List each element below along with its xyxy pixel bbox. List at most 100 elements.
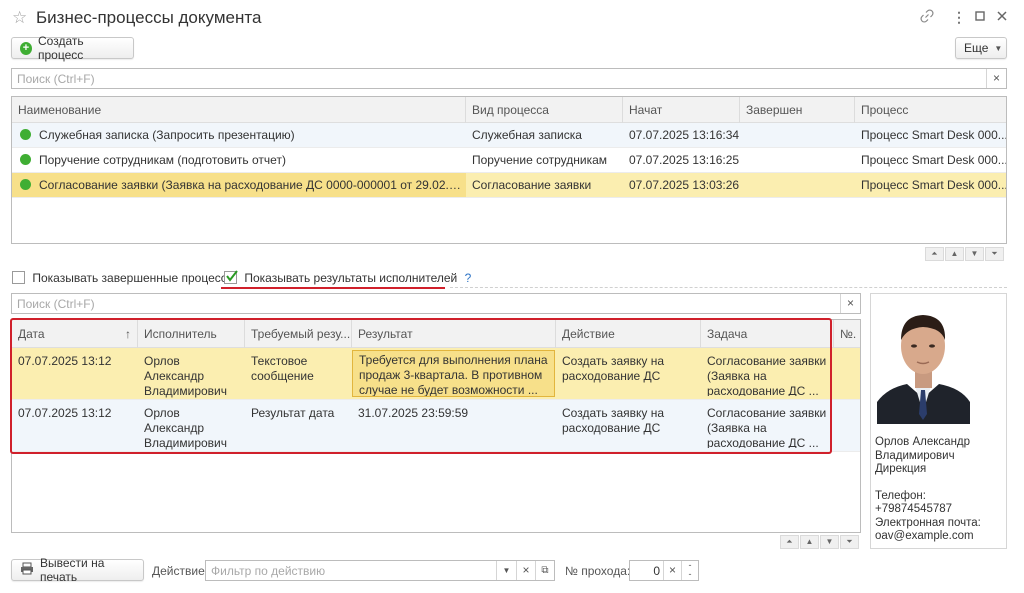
highlight-underline bbox=[221, 287, 445, 289]
process-started: 07.07.2025 13:16:34 bbox=[629, 128, 740, 142]
printer-icon bbox=[20, 562, 34, 578]
column-executor[interactable]: Исполнитель bbox=[138, 320, 245, 348]
person-phone: Телефон: +79874545787 bbox=[875, 489, 953, 516]
results-scroll-buttons: ⏶ ▲ ▼ ⏷ bbox=[780, 535, 859, 549]
result-value[interactable]: Требуется для выполнения плана продаж 3-… bbox=[352, 350, 555, 397]
column-finished[interactable]: Завершен bbox=[740, 97, 855, 123]
show-finished-label: Показывать завершенные процессы bbox=[32, 271, 236, 285]
table-row-selected[interactable]: 07.07.2025 13:12 Орлов Александр Владими… bbox=[12, 348, 860, 400]
table-row-selected[interactable]: Согласование заявки (Заявка на расходова… bbox=[12, 173, 1006, 198]
table-row[interactable]: Служебная записка (Запросить презентацию… bbox=[12, 123, 1006, 148]
dropdown-arrow-icon: ▼ bbox=[994, 43, 1003, 53]
result-task: Согласование заявки (Заявка на расходова… bbox=[707, 354, 827, 396]
person-name-last: Владимирович bbox=[875, 449, 955, 462]
status-green-icon bbox=[20, 179, 31, 190]
status-green-icon bbox=[20, 129, 31, 140]
processes-table-header: Наименование Вид процесса Начат Завершен… bbox=[12, 97, 1006, 123]
person-email-label: Электронная почта: bbox=[875, 516, 981, 529]
scroll-last-icon[interactable]: ⏷ bbox=[840, 535, 859, 549]
column-started[interactable]: Начат bbox=[623, 97, 740, 123]
process-started: 07.07.2025 13:16:25 bbox=[629, 153, 740, 167]
action-filter-placeholder: Фильтр по действию bbox=[211, 564, 326, 578]
open-icon[interactable]: ⧉ bbox=[535, 561, 554, 580]
table-row[interactable]: 07.07.2025 13:12 Орлов Александр Владими… bbox=[12, 400, 860, 452]
search-input-results[interactable]: Поиск (Ctrl+F) × bbox=[11, 293, 861, 314]
result-executor: Орлов Александр Владимирович bbox=[144, 354, 228, 398]
clear-search-icon[interactable]: × bbox=[840, 294, 860, 313]
person-email[interactable]: oav@example.com bbox=[875, 530, 1006, 544]
column-required[interactable]: Требуемый резу... bbox=[245, 320, 352, 348]
column-process[interactable]: Процесс bbox=[855, 97, 1006, 123]
more-vertical-icon[interactable]: ⋮ bbox=[952, 9, 966, 26]
column-date-label: Дата bbox=[18, 327, 45, 341]
favorite-star-icon[interactable]: ☆ bbox=[12, 8, 27, 28]
person-photo bbox=[877, 302, 970, 424]
pass-number-input[interactable]: 0 × -- bbox=[629, 560, 699, 581]
scroll-down-icon[interactable]: ▼ bbox=[965, 247, 984, 261]
column-result[interactable]: Результат bbox=[352, 320, 556, 348]
clear-icon[interactable]: × bbox=[516, 561, 535, 580]
person-name-first: Орлов Александр bbox=[875, 436, 971, 448]
result-date: 07.07.2025 13:12 bbox=[18, 354, 112, 368]
column-date[interactable]: Дата ↑ bbox=[12, 320, 138, 348]
process-kind: Поручение сотрудникам bbox=[472, 153, 608, 167]
scroll-last-icon[interactable]: ⏷ bbox=[985, 247, 1004, 261]
create-process-label: Создать процесс bbox=[38, 34, 84, 62]
result-task: Согласование заявки (Заявка на расходова… bbox=[707, 406, 827, 448]
process-ref: Процесс Smart Desk 000... bbox=[861, 128, 1007, 142]
show-results-checkbox[interactable] bbox=[224, 270, 238, 284]
scroll-down-icon[interactable]: ▼ bbox=[820, 535, 839, 549]
clear-icon[interactable]: × bbox=[663, 561, 681, 580]
more-button[interactable]: Еще ▼ bbox=[955, 37, 1007, 59]
scroll-up-icon[interactable]: ▲ bbox=[945, 247, 964, 261]
pass-number-value: 0 bbox=[653, 564, 660, 578]
column-task[interactable]: Задача bbox=[701, 320, 834, 348]
help-icon[interactable]: ? bbox=[465, 271, 472, 285]
scroll-up-icon[interactable]: ▲ bbox=[800, 535, 819, 549]
show-finished-checkbox[interactable] bbox=[12, 271, 25, 284]
search-input-processes[interactable]: Поиск (Ctrl+F) × bbox=[11, 68, 1007, 89]
scroll-first-icon[interactable]: ⏶ bbox=[780, 535, 799, 549]
results-table: Дата ↑ Исполнитель Требуемый резу... Рез… bbox=[11, 319, 861, 533]
dropdown-arrow-icon[interactable]: ▼ bbox=[496, 561, 516, 580]
column-name[interactable]: Наименование bbox=[12, 97, 466, 123]
result-date: 07.07.2025 13:12 bbox=[18, 406, 112, 420]
process-started: 07.07.2025 13:03:26 bbox=[629, 178, 740, 192]
search-placeholder: Поиск (Ctrl+F) bbox=[17, 72, 95, 86]
processes-scroll-buttons: ⏶ ▲ ▼ ⏷ bbox=[925, 247, 1004, 261]
stepper-icon[interactable]: -- bbox=[681, 561, 698, 580]
close-icon[interactable] bbox=[996, 9, 1008, 25]
more-label: Еще bbox=[964, 41, 989, 55]
show-finished-option[interactable]: Показывать завершенные процессы bbox=[12, 271, 235, 285]
column-action[interactable]: Действие bbox=[556, 320, 701, 348]
result-required: Результат дата bbox=[251, 406, 335, 420]
status-green-icon bbox=[20, 154, 31, 165]
sort-ascending-icon: ↑ bbox=[125, 327, 131, 341]
results-table-header: Дата ↑ Исполнитель Требуемый резу... Рез… bbox=[12, 320, 860, 348]
print-label: Вывести на печать bbox=[40, 556, 105, 584]
scroll-first-icon[interactable]: ⏶ bbox=[925, 247, 944, 261]
column-number[interactable]: №. bbox=[834, 320, 860, 348]
process-ref: Процесс Smart Desk 000... bbox=[861, 178, 1007, 192]
link-icon[interactable] bbox=[920, 9, 934, 26]
show-results-label: Показывать результаты исполнителей bbox=[244, 271, 458, 285]
process-ref: Процесс Smart Desk 000... bbox=[861, 153, 1007, 167]
pass-number-label: № прохода: bbox=[565, 564, 631, 578]
process-kind: Служебная записка bbox=[472, 128, 582, 142]
print-button[interactable]: Вывести на печать bbox=[11, 556, 144, 584]
search-placeholder: Поиск (Ctrl+F) bbox=[17, 297, 95, 311]
divider bbox=[450, 287, 1007, 288]
show-results-option[interactable]: Показывать результаты исполнителей ? bbox=[224, 270, 472, 285]
result-executor: Орлов Александр Владимирович bbox=[144, 406, 228, 450]
process-kind: Согласование заявки bbox=[472, 178, 592, 192]
clear-search-icon[interactable]: × bbox=[986, 69, 1006, 88]
process-name: Согласование заявки (Заявка на расходова… bbox=[39, 178, 466, 192]
action-filter-input[interactable]: Фильтр по действию ▼ × ⧉ bbox=[205, 560, 555, 581]
result-required: Текстовое сообщение bbox=[251, 354, 314, 383]
create-process-button[interactable]: + Создать процесс bbox=[11, 34, 134, 62]
result-action: Создать заявку на расходование ДС bbox=[562, 354, 665, 383]
maximize-icon[interactable] bbox=[974, 9, 986, 25]
column-kind[interactable]: Вид процесса bbox=[466, 97, 623, 123]
person-card: Орлов Александр Владимирович Дирекция Те… bbox=[870, 293, 1007, 549]
table-row[interactable]: Поручение сотрудникам (подготовить отчет… bbox=[12, 148, 1006, 173]
